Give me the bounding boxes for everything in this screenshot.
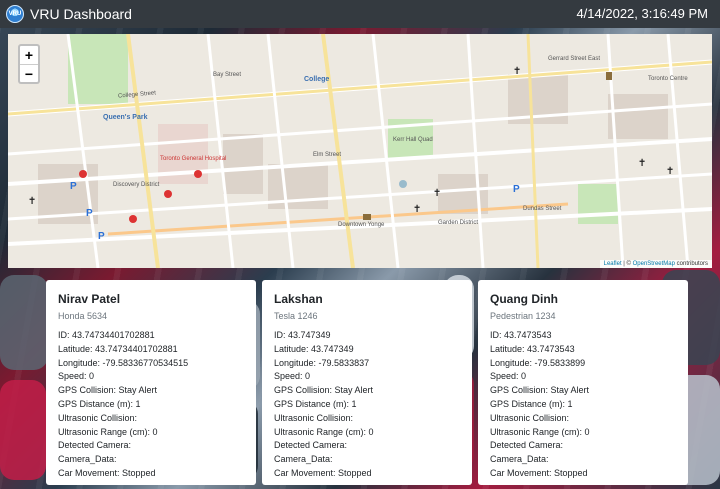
map-label-toronto-general: Toronto General Hospital bbox=[160, 156, 227, 162]
background-car bbox=[0, 380, 46, 480]
vru-logo-icon[interactable]: VRU bbox=[6, 5, 24, 23]
card-car-movement: Car Movement: Stopped bbox=[274, 467, 372, 478]
card-latitude: Latitude: 43.74734401702881 bbox=[58, 343, 178, 354]
card-speed: Speed: 0 bbox=[490, 371, 527, 382]
card-speed: Speed: 0 bbox=[274, 371, 311, 382]
card-camera-data: Camera_Data: bbox=[58, 454, 117, 465]
card-car-movement: Car Movement: Stopped bbox=[58, 467, 156, 478]
map-tiles: P P P P ✝ ✝ ✝ ✝ ✝ ✝ bbox=[8, 34, 712, 268]
map-label-garden: Garden District bbox=[438, 220, 479, 226]
card-vehicle: Pedestrian 1234 bbox=[490, 311, 556, 321]
map-label-kerr-hall: Kerr Hall Quad bbox=[393, 137, 433, 143]
attribution-separator: | © bbox=[621, 261, 633, 267]
zoom-in-button[interactable]: + bbox=[20, 46, 38, 64]
card-name: Quang Dinh bbox=[490, 292, 558, 306]
card-detected-camera: Detected Camera: bbox=[274, 440, 348, 451]
svg-text:✝: ✝ bbox=[413, 204, 421, 215]
svg-text:✝: ✝ bbox=[666, 166, 674, 177]
card-gps-distance: GPS Distance (m): 1 bbox=[490, 398, 573, 409]
card-gps-distance: GPS Distance (m): 1 bbox=[58, 398, 141, 409]
card-ultrasonic-collision: Ultrasonic Collision: bbox=[58, 412, 138, 423]
map-view[interactable]: P P P P ✝ ✝ ✝ ✝ ✝ ✝ Queen's Park College… bbox=[8, 34, 712, 268]
card-detected-camera: Detected Camera: bbox=[58, 440, 132, 451]
card-ultrasonic-range: Ultrasonic Range (cm): 0 bbox=[490, 426, 590, 437]
card-latitude: Latitude: 43.747349 bbox=[274, 343, 354, 354]
card-camera-data: Camera_Data: bbox=[274, 454, 333, 465]
card-id: ID: 43.74734401702881 bbox=[58, 330, 155, 340]
card-car-movement: Car Movement: Stopped bbox=[490, 467, 588, 478]
card-longitude: Longitude: -79.5833899 bbox=[490, 357, 586, 368]
svg-text:✝: ✝ bbox=[513, 66, 521, 77]
card-detected-camera: Detected Camera: bbox=[490, 440, 564, 451]
card-camera-data: Camera_Data: bbox=[490, 454, 549, 465]
card-longitude: Longitude: -79.5833837 bbox=[274, 357, 370, 368]
map-label-downtown: Downtown Yonge bbox=[338, 222, 385, 228]
card-speed: Speed: 0 bbox=[58, 371, 95, 382]
svg-text:P: P bbox=[70, 181, 77, 192]
current-datetime: 4/14/2022, 3:16:49 PM bbox=[576, 6, 708, 21]
map-label-bay-street: Bay Street bbox=[213, 72, 242, 78]
map-label-toronto-centre: Toronto Centre bbox=[648, 76, 688, 82]
map-attribution: Leaflet | © OpenStreetMap contributors bbox=[599, 260, 712, 268]
map-label-queens-park: Queen's Park bbox=[103, 114, 148, 121]
navbar: VRU VRU Dashboard 4/14/2022, 3:16:49 PM bbox=[0, 0, 720, 28]
svg-text:P: P bbox=[513, 184, 520, 195]
card-vehicle: Tesla 1246 bbox=[274, 311, 318, 321]
card-id: ID: 43.7473543 bbox=[490, 330, 552, 340]
svg-text:✝: ✝ bbox=[433, 188, 441, 199]
map-label-college: College bbox=[304, 76, 330, 83]
card-id: ID: 43.747349 bbox=[274, 330, 331, 340]
user-card: Quang Dinh Pedestrian 1234 ID: 43.747354… bbox=[478, 280, 688, 485]
background-car bbox=[0, 275, 48, 370]
user-card: Nirav Patel Honda 5634 ID: 43.7473440170… bbox=[46, 280, 256, 485]
osm-link[interactable]: OpenStreetMap bbox=[633, 261, 675, 267]
zoom-out-button[interactable]: − bbox=[20, 64, 38, 82]
map-label-dundas: Dundas Street bbox=[523, 206, 562, 212]
svg-text:P: P bbox=[86, 208, 93, 219]
attribution-contributors: contributors bbox=[674, 261, 708, 267]
card-gps-collision: GPS Collision: Stay Alert bbox=[58, 385, 158, 396]
card-gps-collision: GPS Collision: Stay Alert bbox=[274, 385, 374, 396]
map-label-gerrard: Gerrard Street East bbox=[548, 56, 601, 62]
card-ultrasonic-range: Ultrasonic Range (cm): 0 bbox=[58, 426, 158, 437]
svg-text:✝: ✝ bbox=[638, 158, 646, 169]
svg-text:✝: ✝ bbox=[28, 196, 36, 207]
leaflet-link[interactable]: Leaflet bbox=[604, 261, 622, 267]
svg-text:P: P bbox=[98, 231, 105, 242]
map-label-elm-street: Elm Street bbox=[313, 152, 342, 158]
card-ultrasonic-collision: Ultrasonic Collision: bbox=[274, 412, 354, 423]
card-ultrasonic-collision: Ultrasonic Collision: bbox=[490, 412, 570, 423]
card-gps-collision: GPS Collision: Stay Alert bbox=[490, 385, 590, 396]
brand-title[interactable]: VRU Dashboard bbox=[30, 6, 132, 22]
card-longitude: Longitude: -79.58336770534515 bbox=[58, 357, 189, 368]
user-card: Lakshan Tesla 1246 ID: 43.747349 Latitud… bbox=[262, 280, 472, 485]
card-vehicle: Honda 5634 bbox=[58, 311, 108, 321]
card-latitude: Latitude: 43.7473543 bbox=[490, 343, 575, 354]
card-name: Nirav Patel bbox=[58, 292, 121, 306]
map-label-discovery: Discovery District bbox=[113, 182, 160, 188]
card-name: Lakshan bbox=[274, 292, 323, 306]
zoom-control: + − bbox=[18, 44, 40, 84]
card-gps-distance: GPS Distance (m): 1 bbox=[274, 398, 357, 409]
card-ultrasonic-range: Ultrasonic Range (cm): 0 bbox=[274, 426, 374, 437]
